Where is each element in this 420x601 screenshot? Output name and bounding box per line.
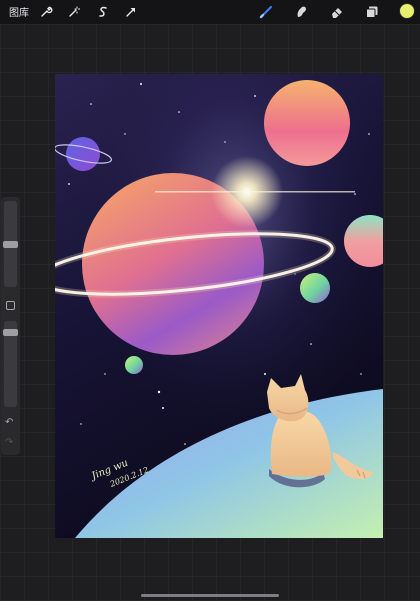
- layers-icon[interactable]: [363, 3, 381, 21]
- home-indicator: [141, 594, 279, 597]
- top-toolbar: 图库: [0, 0, 420, 24]
- selection-s-icon[interactable]: [94, 3, 112, 21]
- magic-wand-icon[interactable]: [65, 3, 83, 21]
- small-ringed-planet: [66, 137, 100, 171]
- tiny-planet: [125, 356, 143, 374]
- wrench-icon[interactable]: [37, 3, 55, 21]
- undo-icon[interactable]: ↶: [5, 417, 13, 428]
- brush-size-slider[interactable]: [3, 201, 18, 287]
- opacity-thumb[interactable]: [3, 329, 18, 336]
- eraser-icon[interactable]: [328, 3, 346, 21]
- transform-arrow-icon[interactable]: [122, 3, 140, 21]
- color-picker-swatch[interactable]: [399, 3, 415, 19]
- green-planet: [300, 273, 330, 303]
- opacity-slider[interactable]: [3, 321, 18, 407]
- side-toolbar: ↶ ↷: [1, 197, 20, 455]
- artwork: Jing wu 2020.2.12: [55, 74, 383, 538]
- smudge-icon[interactable]: [292, 3, 310, 21]
- gallery-button[interactable]: 图库: [9, 4, 29, 19]
- redo-icon[interactable]: ↷: [5, 437, 13, 448]
- pink-planet: [264, 80, 350, 166]
- modify-button[interactable]: [6, 301, 15, 310]
- brush-size-thumb[interactable]: [3, 241, 18, 248]
- brush-icon[interactable]: [257, 3, 275, 21]
- drawing-canvas[interactable]: Jing wu 2020.2.12: [55, 74, 383, 538]
